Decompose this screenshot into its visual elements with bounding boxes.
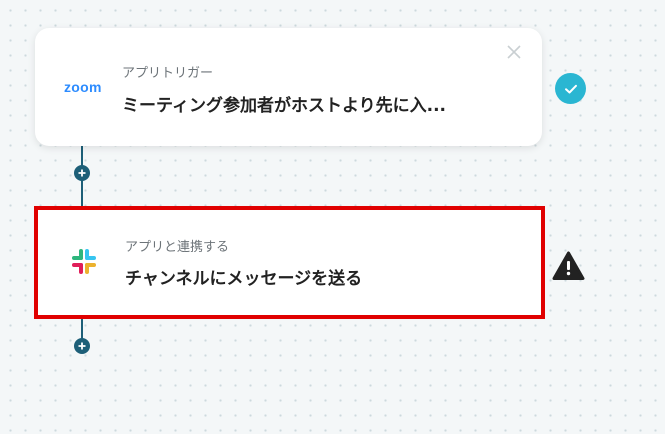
trigger-step-card[interactable]: zoom アプリトリガー ミーティング参加者がホストより先に入... bbox=[35, 28, 542, 146]
step-complete-badge bbox=[555, 73, 586, 104]
add-step-button-2[interactable] bbox=[74, 338, 90, 354]
zoom-logo: zoom bbox=[64, 79, 102, 95]
close-button[interactable] bbox=[504, 42, 524, 62]
close-icon bbox=[507, 45, 521, 59]
plus-icon bbox=[78, 169, 86, 177]
plus-icon bbox=[78, 342, 86, 350]
step-title: チャンネルにメッセージを送る bbox=[125, 269, 363, 289]
warning-icon bbox=[552, 251, 585, 280]
check-icon bbox=[564, 84, 577, 93]
action-step-card[interactable]: アプリと連携する チャンネルにメッセージを送る bbox=[34, 206, 545, 319]
add-step-button-1[interactable] bbox=[74, 165, 90, 181]
step-subtitle: アプリトリガー bbox=[122, 66, 214, 81]
slack-logo bbox=[72, 249, 96, 274]
step-subtitle: アプリと連携する bbox=[125, 240, 230, 255]
step-title: ミーティング参加者がホストより先に入... bbox=[122, 96, 447, 116]
